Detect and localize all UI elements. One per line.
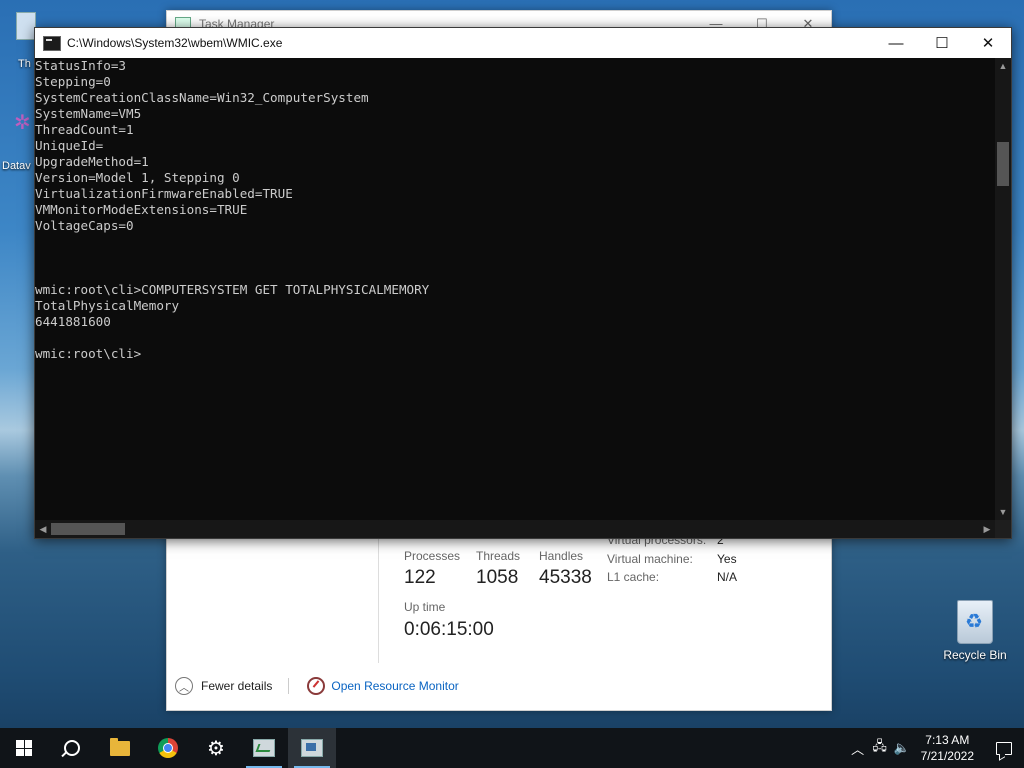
folder-icon [110,737,130,756]
virtual-machine-label: Virtual machine: [607,552,693,566]
threads-label: Threads [476,549,521,563]
windows-logo-icon [16,740,32,756]
console-close-button[interactable]: ✕ [965,28,1011,58]
vertical-scroll-thumb[interactable] [997,142,1009,186]
wmic-taskbar-button[interactable] [288,728,336,768]
action-center-button[interactable] [984,728,1024,768]
network-icon[interactable]: 🖧 [869,737,891,759]
desktop-icon-label-1: Th [18,58,31,70]
console-title: C:\Windows\System32\wbem\WMIC.exe [67,36,283,50]
desktop-file-icon[interactable] [16,12,36,40]
chevron-up-icon[interactable]: ︿ [847,739,869,758]
threads-value: 1058 [476,567,519,588]
chevron-up-icon: ︿ [175,677,193,695]
footer-separator [288,678,290,694]
fewer-details-button[interactable]: ︿ Fewer details [175,677,272,695]
console-titlebar[interactable]: C:\Windows\System32\wbem\WMIC.exe — ☐ ✕ [35,28,1011,58]
console-output-text: StatusInfo=3 Stepping=0 SystemCreationCl… [35,58,430,361]
desktop-icons-left: Th ✲ Datav [0,10,36,180]
gear-icon: ⚙ [207,737,225,760]
chrome-button[interactable] [144,728,192,768]
console-horizontal-scrollbar[interactable]: ◀ ▶ [35,520,995,538]
uptime-value: 0:06:15:00 [404,619,494,640]
console-app-icon [43,35,61,51]
l1-cache-value: N/A [717,570,738,584]
desktop-app-icon[interactable]: ✲ [14,110,34,140]
open-resource-monitor-link[interactable]: Open Resource Monitor [307,677,459,695]
wmic-icon [301,739,323,757]
scroll-down-icon[interactable]: ▼ [995,504,1011,520]
taskbar: ⚙ ︿ 🖧 🔈 7:13 AM 7/21/2022 [0,728,1024,768]
resource-monitor-icon [307,677,326,695]
open-resource-monitor-label: Open Resource Monitor [331,679,459,693]
search-button[interactable] [48,728,96,768]
system-tray: ︿ 🖧 🔈 7:13 AM 7/21/2022 [847,728,1024,768]
notification-icon [996,741,1012,755]
recycle-bin-icon [957,600,993,644]
scroll-up-icon[interactable]: ▲ [995,58,1011,74]
desktop-icon-label-2: Datav [2,160,31,172]
recycle-bin[interactable]: Recycle Bin [940,600,1010,662]
search-icon [64,740,80,756]
scrollbar-corner [995,520,1011,538]
console-minimize-button[interactable]: — [873,28,919,58]
clock-time: 7:13 AM [925,733,970,747]
task-manager-icon [253,739,275,757]
horizontal-scroll-thumb[interactable] [51,523,125,535]
clock-date: 7/21/2022 [920,749,974,763]
fewer-details-label: Fewer details [201,679,273,693]
file-explorer-button[interactable] [96,728,144,768]
volume-icon[interactable]: 🔈 [891,740,913,756]
chrome-icon [158,738,178,758]
console-vertical-scrollbar[interactable]: ▲ ▼ [995,58,1011,520]
settings-button[interactable]: ⚙ [192,728,240,768]
l1-cache-label: L1 cache: [607,570,660,584]
recycle-bin-label: Recycle Bin [943,648,1007,662]
console-maximize-button[interactable]: ☐ [919,28,965,58]
handles-value: 45338 [539,567,592,588]
processes-value: 122 [404,567,436,588]
handles-label: Handles [539,549,584,563]
processes-label: Processes [404,549,461,563]
scroll-right-icon[interactable]: ▶ [979,520,995,538]
virtual-machine-value: Yes [717,552,737,566]
wmic-console-window[interactable]: C:\Windows\System32\wbem\WMIC.exe — ☐ ✕ … [34,27,1012,539]
console-output-area[interactable]: StatusInfo=3 Stepping=0 SystemCreationCl… [35,58,995,520]
task-manager-taskbar-button[interactable] [240,728,288,768]
uptime-label: Up time [404,600,446,614]
tm-divider [378,539,379,663]
start-button[interactable] [0,728,48,768]
scroll-left-icon[interactable]: ◀ [35,520,51,538]
tm-footer: ︿ Fewer details Open Resource Monitor [167,663,831,709]
clock[interactable]: 7:13 AM 7/21/2022 [921,732,974,764]
